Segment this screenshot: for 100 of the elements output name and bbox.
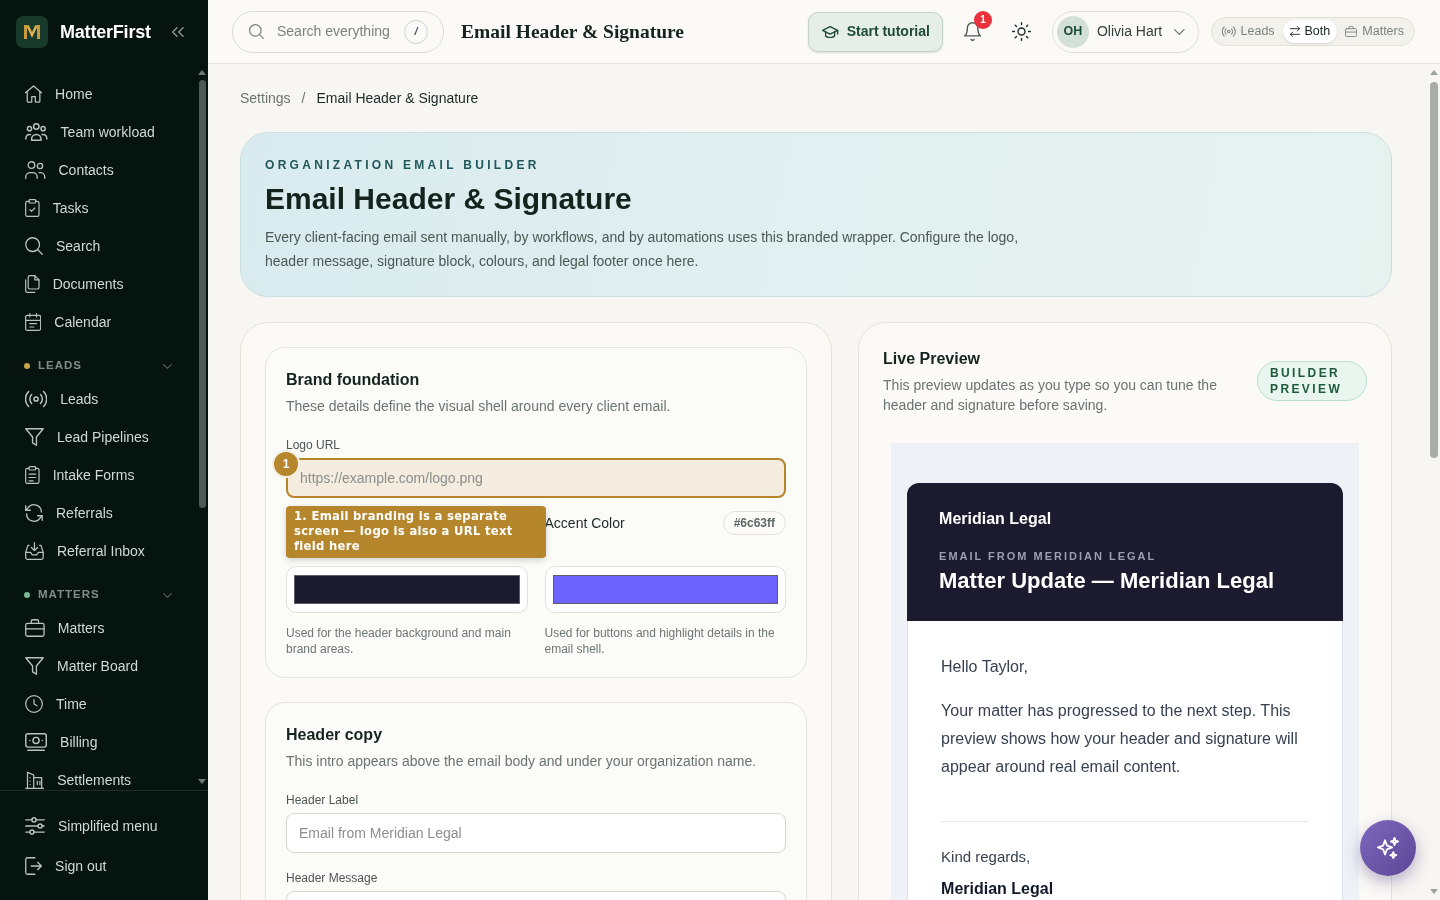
card-title: Live Preview <box>883 349 981 369</box>
chevron-down-icon <box>1174 28 1185 35</box>
field-label: Header Message <box>286 870 379 886</box>
notifications-button[interactable]: 1 <box>953 12 992 51</box>
tour-callout: 1. Email branding is a separate screen — logo is also a URL text field here <box>286 506 546 558</box>
notification-count: 1 <box>973 10 992 29</box>
refresh-icon <box>25 504 43 522</box>
scroll-up-arrow-icon[interactable] <box>1430 70 1438 75</box>
nav-item[interactable]: Intake Forms <box>12 456 192 494</box>
help-text: Used for buttons and highlight details in the email shell. <box>544 625 776 657</box>
email-greeting: Hello Taylor, <box>941 657 1029 677</box>
card-description: This preview updates as you type so you can tune the header and signature before saving. <box>883 376 1218 415</box>
mode-option[interactable]: Matters <box>1338 20 1411 43</box>
field-label: Logo URL <box>286 437 342 453</box>
help-text: Used for the header background and main brand areas. <box>286 625 512 657</box>
sliders-icon <box>25 817 45 835</box>
bell-icon <box>964 22 982 41</box>
nav-item[interactable]: Time <box>12 685 192 723</box>
scroll-down-arrow-icon[interactable] <box>1430 889 1438 894</box>
eyebrow-text: ORGANIZATION EMAIL BUILDER <box>265 157 541 173</box>
email-signature: Meridian Legal <box>941 879 1055 899</box>
users-icon <box>25 161 46 179</box>
nav-item[interactable]: Billing <box>12 723 192 761</box>
mode-option[interactable]: Both <box>1282 20 1338 43</box>
email-eyebrow: EMAIL FROM MERIDIAN LEGAL <box>939 549 1158 563</box>
collapse-button[interactable] <box>172 27 184 37</box>
clipboard-check-icon <box>25 199 40 217</box>
sign-out-icon <box>25 857 43 875</box>
hero-description: Every client-facing email sent manually, by workflows, and by automations uses this branded wrapper. Configure the logo, header message, signature block, colours, and legal footer once here. <box>265 228 1020 271</box>
nav-item[interactable]: Lead Pipelines <box>12 418 192 456</box>
swap-arrows-icon <box>1289 26 1300 37</box>
nav-item[interactable]: Team workload <box>12 113 192 151</box>
color-picker[interactable] <box>544 566 787 613</box>
briefcase-icon <box>25 619 45 637</box>
section-toggle[interactable]: LEADS <box>12 352 172 380</box>
sun-icon <box>1012 22 1032 41</box>
clipboard-list-icon <box>25 466 40 484</box>
nav-item[interactable]: Simplified menu <box>12 806 204 846</box>
breadcrumb-link[interactable]: Settings <box>240 88 291 108</box>
scrollbar-thumb[interactable] <box>198 80 206 508</box>
step-marker: 1 <box>274 452 298 476</box>
hero-title: Email Header & Signature <box>265 181 633 217</box>
email-subject: Matter Update — Meridian Legal <box>939 567 1275 595</box>
nav-item[interactable]: Matters <box>12 609 192 647</box>
banknote-icon <box>25 733 48 751</box>
section-description: These details define the visual shell around every client email. <box>286 397 672 416</box>
section-title: Brand foundation <box>286 370 421 390</box>
search-input[interactable]: Search everything <box>277 21 395 42</box>
funnel-icon <box>25 428 44 446</box>
breadcrumb-current: Email Header & Signature <box>316 89 479 108</box>
nav-item[interactable]: Search <box>12 227 192 265</box>
nav-item[interactable]: Matter Board <box>12 647 192 685</box>
search-icon <box>25 237 43 255</box>
nav-item[interactable]: Referral Inbox <box>12 532 192 570</box>
files-icon <box>25 275 40 293</box>
nav-item[interactable]: Settlements <box>12 761 192 790</box>
field-label: Accent Color <box>544 513 625 533</box>
buildings-icon <box>25 771 45 789</box>
nav-item[interactable]: Contacts <box>12 151 192 189</box>
color-picker[interactable] <box>286 566 528 613</box>
nav-item[interactable]: Tasks <box>12 189 192 227</box>
field-label: Header Label <box>286 792 360 808</box>
scrollbar-thumb[interactable] <box>1430 82 1438 458</box>
double-chevron-left-icon <box>172 27 184 37</box>
home-icon <box>25 85 43 103</box>
section-description: This intro appears above the email body and under your organization name. <box>286 752 758 771</box>
email-paragraph: Your matter has progressed to the next step. This preview shows how your header and signature will appear around real email content. <box>941 701 1299 777</box>
assistant-button[interactable] <box>1360 820 1416 876</box>
nav-item[interactable]: Referrals <box>12 494 192 532</box>
avatar: OH <box>1056 15 1089 48</box>
page-title: Email Header & Signature <box>461 19 684 44</box>
nav-item[interactable]: Documents <box>12 265 192 303</box>
nav-item[interactable]: Sign out <box>12 846 204 886</box>
nav-item[interactable]: Home <box>12 75 192 113</box>
email-signoff: Kind regards, <box>941 847 1032 867</box>
tray-download-icon <box>25 542 44 560</box>
clock-icon <box>25 695 43 713</box>
nav-item[interactable]: Leads <box>12 380 192 418</box>
search-icon <box>249 24 264 39</box>
scroll-down-arrow-icon[interactable] <box>198 779 206 784</box>
brand-name: MatterFirst <box>60 20 151 44</box>
funnel-icon <box>25 657 44 675</box>
calendar-icon <box>25 313 42 331</box>
section-title: Header copy <box>286 725 384 745</box>
graduation-cap-icon <box>822 25 839 38</box>
broadcast-icon <box>1221 26 1236 37</box>
briefcase-icon <box>1345 26 1358 37</box>
email-org-name: Meridian Legal <box>939 509 1053 529</box>
logo-icon <box>16 16 48 48</box>
start-tutorial-button[interactable]: Start tutorial <box>808 11 943 52</box>
nav-item[interactable]: Calendar <box>12 303 192 341</box>
scroll-up-arrow-icon[interactable] <box>198 70 206 75</box>
sparkles-icon <box>1377 837 1399 859</box>
users-group-icon <box>25 123 48 141</box>
preview-tag: BUILDER PREVIEW <box>1257 361 1367 401</box>
breadcrumb-separator: / <box>301 89 306 108</box>
broadcast-icon <box>25 390 48 408</box>
mode-option[interactable]: Leads <box>1214 20 1282 43</box>
section-toggle[interactable]: MATTERS <box>12 581 172 609</box>
user-menu-button[interactable]: OH Olivia Hart <box>1051 10 1199 53</box>
